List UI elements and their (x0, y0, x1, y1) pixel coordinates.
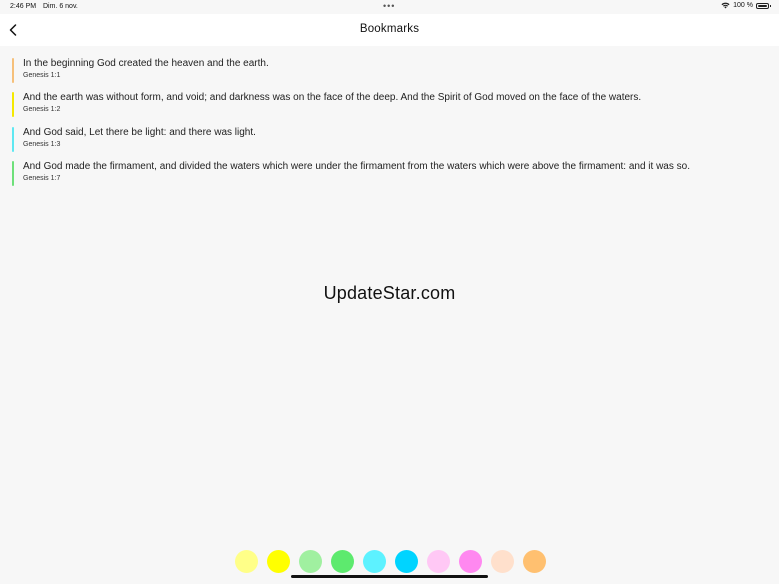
multitasking-dots[interactable]: ••• (383, 1, 395, 11)
bookmark-color-bar (12, 126, 14, 152)
color-swatch-green[interactable] (331, 550, 354, 573)
nav-bar: Bookmarks (0, 14, 779, 46)
bookmark-color-bar (12, 92, 14, 118)
bookmark-item[interactable]: And God said, Let there be light: and th… (12, 126, 772, 152)
bookmark-reference: Genesis 1:1 (23, 72, 61, 79)
color-swatch-peach[interactable] (491, 550, 514, 573)
status-date: Dim. 6 nov. (43, 3, 78, 10)
color-swatch-light-cyan[interactable] (363, 550, 386, 573)
bookmark-item[interactable]: In the beginning God created the heaven … (12, 57, 772, 83)
bookmark-color-bar (12, 160, 14, 186)
screen: 2:46 PM Dim. 6 nov. ••• 100 % Bookmarks … (0, 0, 779, 584)
battery-percent: 100 % (733, 2, 753, 9)
battery-icon (756, 2, 771, 9)
color-swatch-orange[interactable] (523, 550, 546, 573)
bookmark-reference: Genesis 1:2 (23, 106, 61, 114)
color-swatch-yellow[interactable] (267, 550, 290, 573)
bookmark-color-bar (12, 58, 14, 83)
bookmark-item[interactable]: And God made the firmament, and divided … (12, 160, 772, 186)
color-swatch-light-yellow[interactable] (235, 550, 258, 573)
bookmark-text: And God made the firmament, and divided … (23, 160, 690, 172)
bookmark-reference: Genesis 1:7 (23, 174, 61, 182)
wifi-icon (721, 2, 730, 9)
status-bar: 2:46 PM Dim. 6 nov. ••• 100 % (0, 0, 779, 14)
status-right: 100 % (721, 2, 771, 9)
color-swatch-light-pink[interactable] (427, 550, 450, 573)
watermark: UpdateStar.com (323, 283, 456, 303)
bookmark-text: And God said, Let there be light: and th… (23, 126, 256, 138)
color-swatch-light-green[interactable] (299, 550, 322, 573)
color-swatch-pink[interactable] (459, 550, 482, 573)
bookmark-list: In the beginning God created the heaven … (12, 57, 772, 194)
bookmark-text: In the beginning God created the heaven … (23, 58, 269, 69)
status-time: 2:46 PM (10, 3, 37, 10)
home-indicator[interactable] (291, 575, 488, 578)
color-swatch-cyan[interactable] (395, 550, 418, 573)
bookmark-reference: Genesis 1:3 (23, 140, 61, 148)
bookmark-item[interactable]: And the earth was without form, and void… (12, 91, 772, 118)
bookmark-text: And the earth was without form, and void… (23, 92, 642, 104)
page-title: Bookmarks (359, 23, 420, 35)
highlight-color-picker (235, 550, 546, 573)
